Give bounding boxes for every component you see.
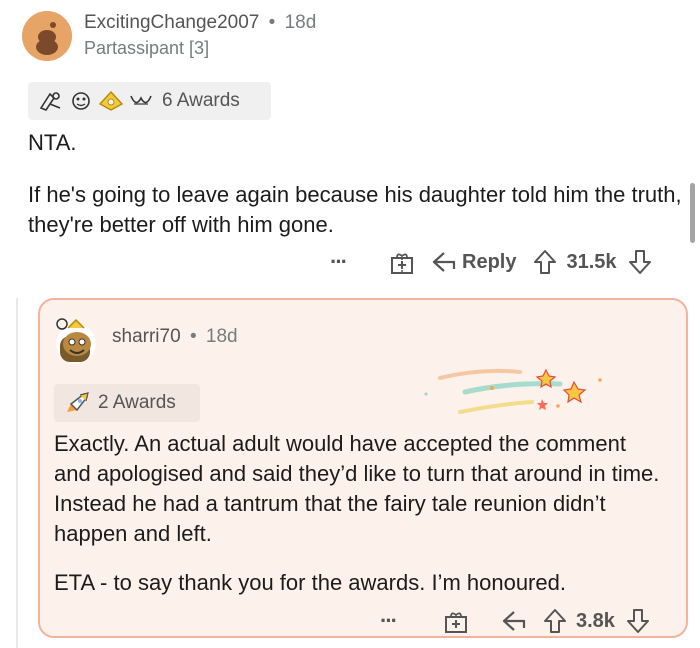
reply-awards-bar[interactable]: 2 Awards bbox=[54, 384, 200, 422]
scrollbar[interactable] bbox=[690, 183, 695, 243]
reply-arrow-icon bbox=[432, 252, 456, 272]
reply-arrow-icon bbox=[502, 611, 526, 631]
reply-button[interactable]: Reply bbox=[430, 249, 516, 275]
reply-text-para2: ETA - to say thank you for the awards. I… bbox=[54, 570, 566, 595]
reply-downvote-button[interactable] bbox=[625, 607, 651, 635]
separator-dot: • bbox=[268, 12, 276, 33]
vote-score: 31.5k bbox=[566, 250, 617, 273]
separator-dot: • bbox=[189, 326, 197, 347]
downvote-arrow-icon bbox=[628, 250, 651, 274]
comment-actions: ··· Reply 31.5k bbox=[330, 246, 653, 278]
reply-user-avatar[interactable] bbox=[50, 314, 102, 366]
gift-award-icon[interactable] bbox=[442, 607, 470, 635]
reply-label: Reply bbox=[462, 250, 517, 273]
comment-age: 18d bbox=[284, 12, 317, 33]
upvote-button[interactable] bbox=[532, 248, 558, 276]
reply-comment: sharri70 • 18d 2 Awards Exactly. An actu… bbox=[38, 298, 688, 638]
comment-text-line1: NTA. bbox=[28, 130, 77, 155]
user-flair: Partassipant [3] bbox=[84, 38, 210, 58]
downvote-button[interactable] bbox=[627, 248, 653, 276]
more-options-button[interactable]: ··· bbox=[330, 249, 360, 275]
reply-age: 18d bbox=[205, 326, 238, 347]
snoo-avatar-icon bbox=[22, 11, 72, 61]
comment-username[interactable]: ExcitingChange2007 bbox=[84, 12, 259, 33]
reply-username[interactable]: sharri70 bbox=[112, 326, 181, 347]
reply-reply-button[interactable] bbox=[500, 608, 528, 634]
award-icon-2 bbox=[72, 92, 90, 110]
reply-upvote-button[interactable] bbox=[542, 607, 568, 635]
reply-awards-count: 2 Awards bbox=[98, 392, 176, 413]
user-avatar[interactable] bbox=[22, 11, 72, 61]
awards-count: 6 Awards bbox=[162, 90, 240, 111]
reply-text-para1: Exactly. An actual adult would have acce… bbox=[54, 431, 660, 546]
thread-line[interactable] bbox=[16, 298, 18, 648]
awards-bar[interactable]: 6 Awards bbox=[28, 82, 271, 120]
upvote-arrow-icon bbox=[544, 609, 566, 633]
reply-vote-score: 3.8k bbox=[576, 609, 615, 632]
gift-award-icon[interactable] bbox=[388, 248, 416, 276]
reply-actions: ··· 3.8k bbox=[380, 606, 651, 636]
award-icon-1 bbox=[39, 92, 61, 111]
rocket-award-icon bbox=[67, 392, 89, 412]
celebration-sparkle-icon bbox=[420, 362, 610, 427]
comment-text-para2: If he's going to leave again because his… bbox=[28, 182, 682, 237]
downvote-arrow-icon bbox=[626, 609, 649, 633]
award-icon-4 bbox=[130, 95, 152, 105]
snoo-avatar-icon bbox=[56, 318, 96, 364]
upvote-arrow-icon bbox=[534, 250, 557, 274]
award-icon-3 bbox=[98, 90, 124, 111]
reply-more-options-button[interactable]: ··· bbox=[380, 608, 410, 634]
